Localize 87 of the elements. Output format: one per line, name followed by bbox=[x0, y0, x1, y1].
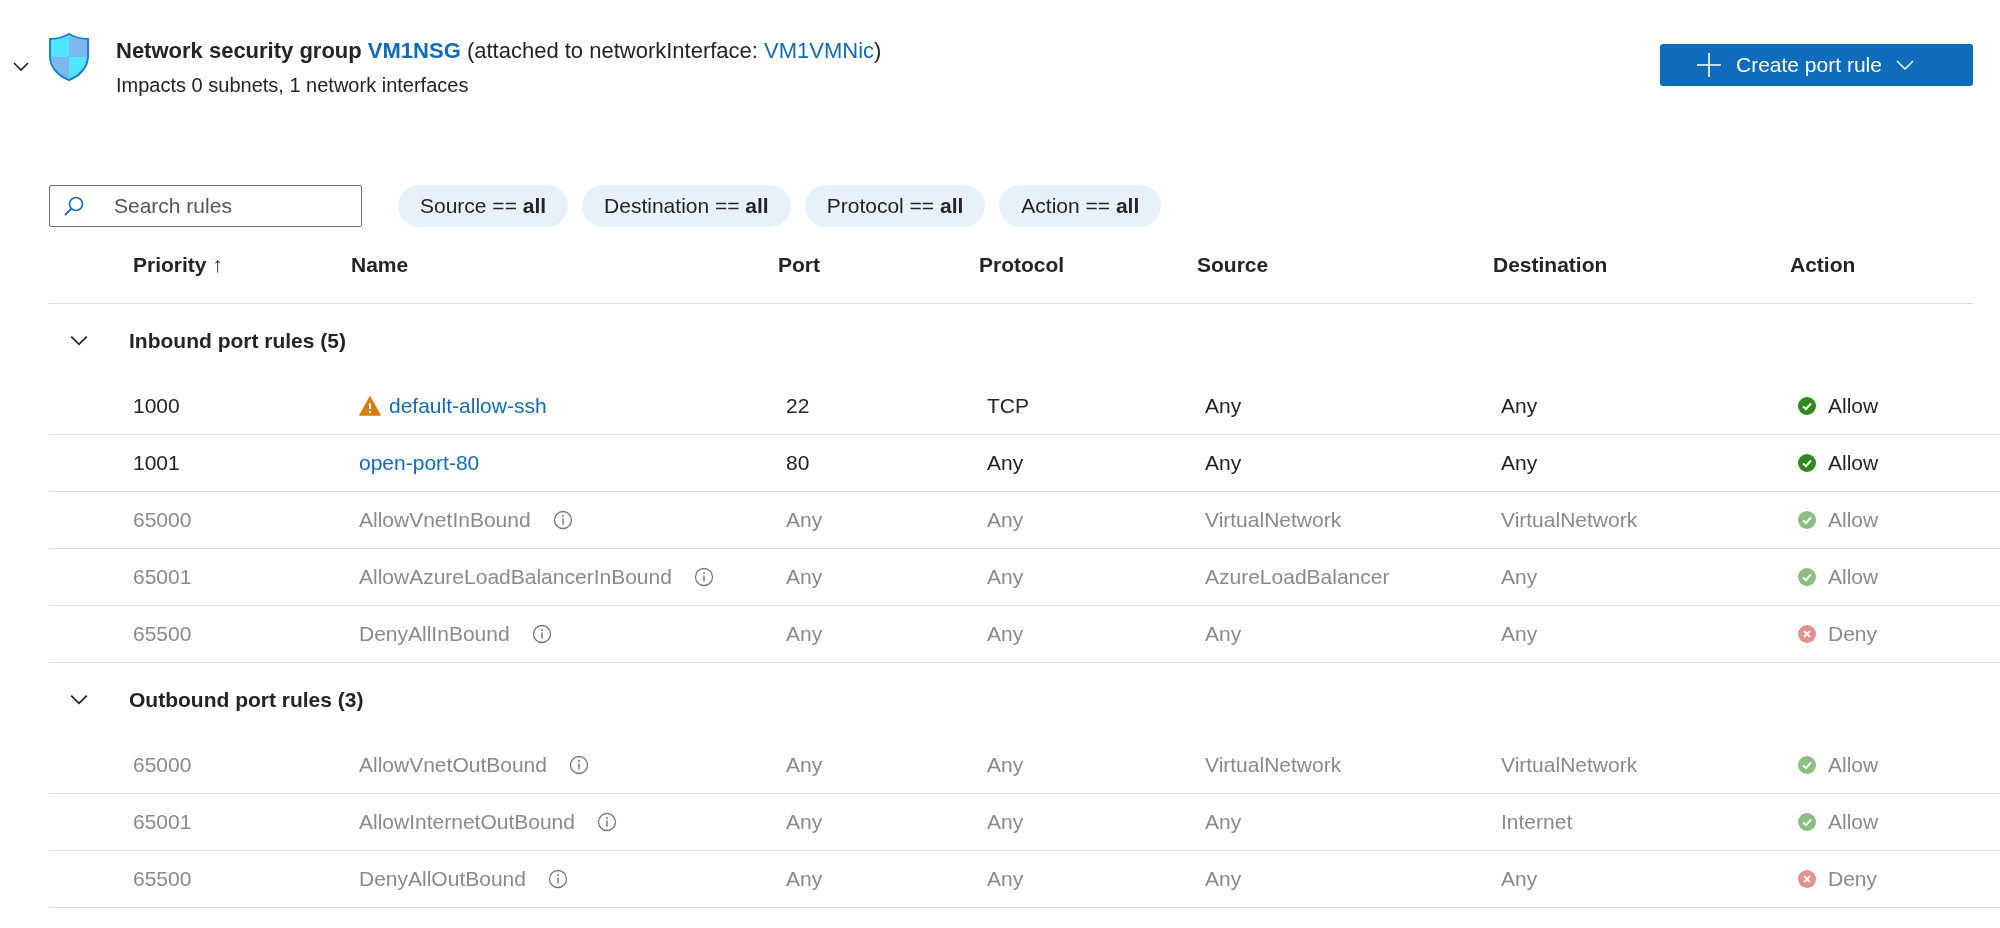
column-header[interactable]: Destination bbox=[1493, 253, 1790, 277]
group-title: Inbound port rules (5) bbox=[129, 329, 346, 353]
protocol-cell: Any bbox=[987, 753, 1024, 776]
column-header[interactable]: Source bbox=[1197, 253, 1493, 277]
source-cell: Any bbox=[1205, 394, 1242, 417]
destination-cell: VirtualNetwork bbox=[1501, 753, 1638, 776]
source-cell: Any bbox=[1205, 622, 1242, 645]
info-icon[interactable] bbox=[552, 510, 573, 530]
search-icon bbox=[63, 195, 85, 217]
port-cell: 80 bbox=[786, 451, 810, 474]
destination-cell: VirtualNetwork bbox=[1501, 508, 1638, 531]
rule-name: DenyAllOutBound bbox=[359, 867, 526, 891]
action-cell: Allow bbox=[1828, 810, 1879, 834]
info-icon[interactable] bbox=[568, 755, 589, 775]
priority-cell: 65000 bbox=[133, 753, 192, 776]
info-icon[interactable] bbox=[547, 869, 568, 889]
source-cell: AzureLoadBalancer bbox=[1205, 565, 1390, 588]
protocol-cell: Any bbox=[987, 508, 1024, 531]
rule-name-link[interactable]: open-port-80 bbox=[359, 451, 480, 475]
info-icon[interactable] bbox=[531, 624, 552, 644]
protocol-cell: Any bbox=[987, 565, 1024, 588]
search-field[interactable]: Search rules bbox=[49, 185, 362, 227]
port-cell: Any bbox=[786, 867, 823, 890]
priority-cell: 65001 bbox=[133, 810, 192, 833]
source-cell: Any bbox=[1205, 810, 1242, 833]
priority-cell: 1001 bbox=[133, 451, 180, 474]
protocol-cell: Any bbox=[987, 451, 1024, 474]
action-cell: Allow bbox=[1828, 753, 1879, 777]
nsg-link[interactable]: VM1NSG bbox=[367, 38, 461, 63]
port-cell: Any bbox=[786, 622, 823, 645]
info-icon[interactable] bbox=[693, 567, 714, 587]
destination-cell: Internet bbox=[1501, 810, 1573, 833]
port-cell: 22 bbox=[786, 394, 810, 417]
priority-cell: 65500 bbox=[133, 867, 192, 890]
port-cell: Any bbox=[786, 810, 823, 833]
source-cell: Any bbox=[1205, 867, 1242, 890]
protocol-cell: Any bbox=[987, 622, 1024, 645]
action-cell: Allow bbox=[1828, 451, 1879, 475]
source-cell: VirtualNetwork bbox=[1205, 508, 1342, 531]
port-cell: Any bbox=[786, 753, 823, 776]
create-port-rule-button[interactable]: Create port rule bbox=[1660, 44, 1973, 86]
priority-cell: 65000 bbox=[133, 508, 192, 531]
destination-cell: Any bbox=[1501, 622, 1538, 645]
rule-name: DenyAllInBound bbox=[359, 622, 510, 646]
column-header[interactable]: Protocol bbox=[979, 253, 1197, 277]
rule-name-link[interactable]: default-allow-ssh bbox=[389, 394, 547, 418]
rule-name: AllowInternetOutBound bbox=[359, 810, 575, 834]
shield-icon bbox=[48, 32, 90, 82]
action-cell: Deny bbox=[1828, 867, 1878, 891]
closing-paren: ) bbox=[874, 38, 882, 63]
port-cell: Any bbox=[786, 508, 823, 531]
column-header[interactable]: Action bbox=[1790, 253, 1973, 277]
column-header[interactable]: Name bbox=[351, 253, 778, 277]
protocol-cell: Any bbox=[987, 810, 1024, 833]
action-cell: Allow bbox=[1828, 394, 1879, 418]
column-header[interactable]: Priority ↑ bbox=[133, 253, 351, 277]
rule-name: AllowVnetOutBound bbox=[359, 753, 547, 777]
rule-name: AllowVnetInBound bbox=[359, 508, 531, 532]
action-cell: Deny bbox=[1828, 622, 1878, 646]
attached-label: (attached to networkInterface: bbox=[466, 38, 758, 63]
nic-link[interactable]: VM1VMNic bbox=[764, 38, 875, 63]
filter-pill[interactable]: Protocol == all bbox=[804, 185, 986, 227]
filter-pill[interactable]: Destination == all bbox=[582, 185, 791, 227]
info-icon[interactable] bbox=[596, 812, 617, 832]
group-title: Outbound port rules (3) bbox=[129, 688, 364, 712]
caret-icon bbox=[1895, 59, 1914, 71]
source-cell: VirtualNetwork bbox=[1205, 753, 1342, 776]
filter-pill[interactable]: Action == all bbox=[999, 185, 1162, 227]
rule-name: AllowAzureLoadBalancerInBound bbox=[359, 565, 672, 589]
impacts-text: Impacts 0 subnets, 1 network interfaces bbox=[116, 74, 470, 97]
source-cell: Any bbox=[1205, 451, 1242, 474]
priority-cell: 65001 bbox=[133, 565, 192, 588]
protocol-cell: Any bbox=[987, 867, 1024, 890]
destination-cell: Any bbox=[1501, 565, 1538, 588]
destination-cell: Any bbox=[1501, 451, 1538, 474]
destination-cell: Any bbox=[1501, 394, 1538, 417]
destination-cell: Any bbox=[1501, 867, 1538, 890]
port-cell: Any bbox=[786, 565, 823, 588]
protocol-cell: TCP bbox=[987, 394, 1029, 417]
plus-icon bbox=[1696, 52, 1722, 78]
priority-cell: 1000 bbox=[133, 394, 180, 417]
action-cell: Allow bbox=[1828, 565, 1879, 589]
filter-pill[interactable]: Source == all bbox=[398, 185, 569, 227]
priority-cell: 65500 bbox=[133, 622, 192, 645]
column-header[interactable]: Port bbox=[778, 253, 979, 277]
nsg-title: Network security group bbox=[116, 38, 362, 63]
action-cell: Allow bbox=[1828, 508, 1879, 532]
